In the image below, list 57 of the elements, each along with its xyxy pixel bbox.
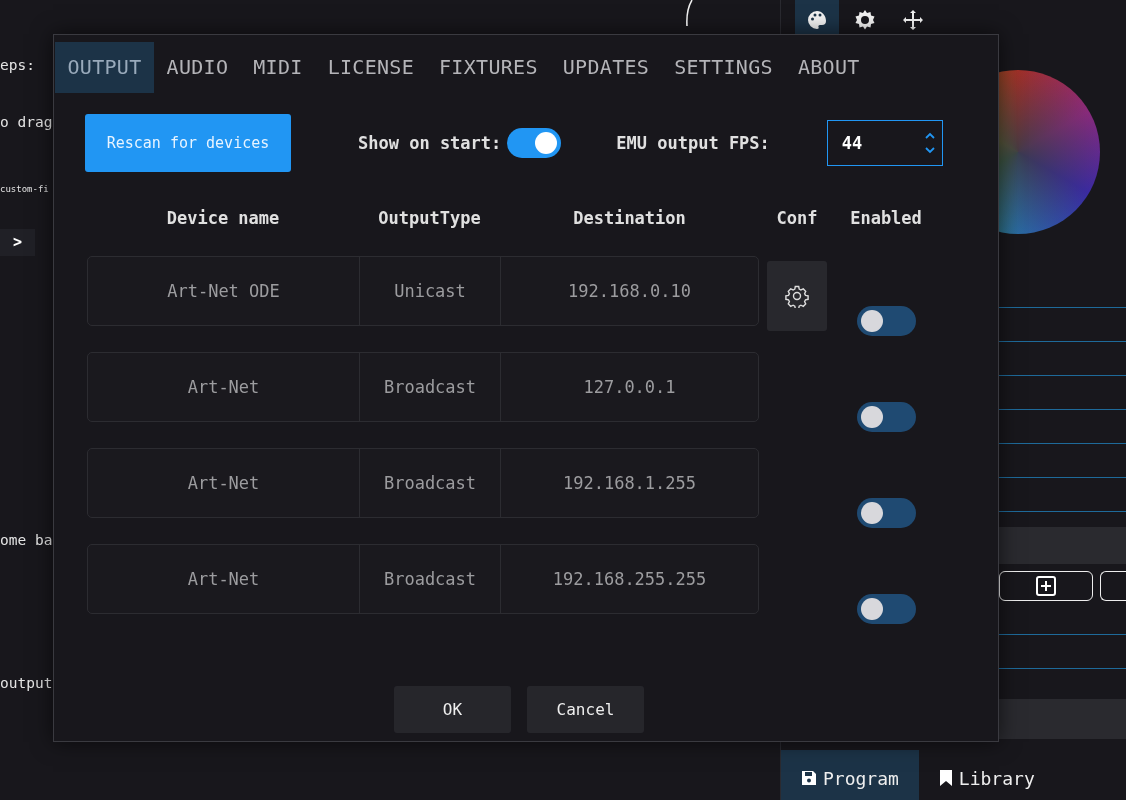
table-cell-text: 192.168.0.10 — [567, 280, 692, 303]
palette-icon — [805, 8, 829, 32]
table-cell: Art-Net — [88, 353, 360, 421]
settings-tab[interactable]: ABOUT — [785, 42, 873, 93]
settings-tab[interactable]: UPDATES — [550, 42, 662, 93]
ok-button[interactable]: OK — [394, 686, 511, 733]
settings-tab[interactable]: MIDI — [240, 42, 316, 93]
table-cell: Broadcast — [360, 545, 501, 613]
table-cell: Broadcast — [360, 353, 501, 421]
settings-tab[interactable]: OUTPUT — [55, 42, 155, 93]
label-text: o drag — [0, 113, 53, 132]
table-cell: Unicast — [360, 257, 501, 325]
add-button[interactable] — [999, 571, 1093, 601]
label-text: eps: — [0, 56, 35, 75]
gear-icon — [853, 8, 877, 32]
settings-tab[interactable]: FIXTURES — [426, 42, 551, 93]
cancel-button[interactable]: Cancel — [527, 686, 644, 733]
table-cell: Art-Net — [88, 545, 360, 613]
device-row[interactable]: Art-Net ODE Unicast 192.168.0.10 — [87, 256, 759, 326]
settings-tab[interactable]: SETTINGS — [661, 42, 786, 93]
gear-icon — [785, 284, 809, 308]
show-on-start-label: Show on start: — [358, 133, 502, 153]
toggle-switch[interactable] — [856, 594, 916, 624]
device-row[interactable]: Art-Net Broadcast 192.168.255.255 — [87, 544, 759, 614]
table-cell-text: 192.168.1.255 — [561, 472, 698, 495]
toggle-switch[interactable] — [507, 128, 562, 158]
label-text: custom-fi — [0, 183, 49, 195]
device-row[interactable]: Art-Net Broadcast 192.168.1.255 — [87, 448, 759, 518]
panel-tab[interactable]: Program — [781, 750, 919, 800]
column-header: Destination — [572, 207, 687, 230]
column-header: Enabled — [849, 207, 923, 230]
bookmark-icon — [938, 770, 953, 786]
table-cell: Art-Net ODE — [88, 257, 360, 325]
toggle-switch[interactable] — [856, 306, 916, 336]
column-header: Conf — [775, 207, 819, 230]
toggle-switch[interactable] — [856, 402, 916, 432]
label-text: ome ba — [0, 531, 53, 550]
table-cell-text: 192.168.255.255 — [551, 568, 708, 591]
fps-spin-field[interactable]: 44 — [826, 120, 943, 166]
move-icon — [901, 8, 925, 32]
settings-tab[interactable]: AUDIO — [154, 42, 241, 93]
device-row[interactable]: Art-Net Broadcast 127.0.0.1 — [87, 352, 759, 422]
column-header: Device name — [165, 207, 281, 230]
table-cell: Broadcast — [360, 449, 501, 517]
toggle-switch[interactable] — [856, 498, 916, 528]
config-button[interactable] — [767, 261, 827, 331]
label-text: output — [0, 674, 53, 693]
settings-tab[interactable]: LICENSE — [315, 42, 427, 93]
table-cell: Art-Net — [88, 449, 360, 517]
panel-tab[interactable]: Library — [918, 750, 1055, 800]
column-header: OutputType — [377, 207, 482, 230]
fps-label: EMU output FPS: — [616, 133, 770, 153]
cable-line — [684, 0, 694, 26]
chevron-button[interactable]: > — [0, 229, 35, 256]
table-cell-text: 127.0.0.1 — [582, 376, 677, 399]
spin-arrows-icon — [923, 132, 936, 154]
plus-icon — [1035, 575, 1057, 597]
